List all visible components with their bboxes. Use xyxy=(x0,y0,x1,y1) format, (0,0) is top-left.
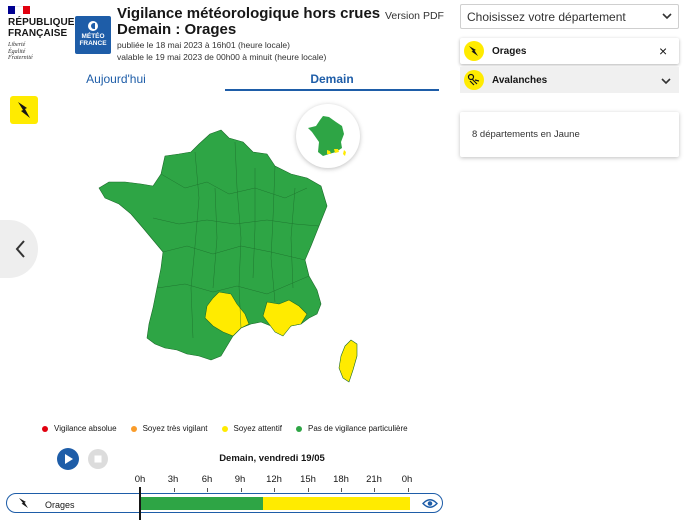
chevron-left-icon xyxy=(15,240,25,258)
validity-period: valable le 19 mai 2023 de 00h00 à minuit… xyxy=(117,52,327,62)
legend-item-yellow: Soyez attentif xyxy=(221,424,282,433)
meteo-france-emblem-icon xyxy=(88,21,98,31)
republique-francaise-logo: RÉPUBLIQUE FRANÇAISE Liberté Égalité Fra… xyxy=(8,6,75,64)
timeline-cursor[interactable] xyxy=(139,487,141,520)
timeline-row-label: Orages xyxy=(45,500,75,510)
pdf-version-link[interactable]: Version PDF xyxy=(385,10,444,22)
hour-tick xyxy=(174,488,175,492)
hour-tick xyxy=(341,488,342,492)
hour-tick xyxy=(274,488,275,492)
phenomenon-label: Orages xyxy=(492,46,527,57)
french-flag-icon xyxy=(8,6,30,14)
hour-label: 21h xyxy=(366,474,382,485)
lightning-icon xyxy=(464,41,484,61)
published-date: publiée le 18 mai 2023 à 16h01 (heure lo… xyxy=(117,40,290,50)
yellow-dot-icon xyxy=(221,425,228,432)
legend-label: Pas de vigilance particulière xyxy=(307,424,408,433)
close-icon[interactable]: × xyxy=(659,43,667,59)
hour-tick xyxy=(241,488,242,492)
timeline-hours: 0h 3h 6h 9h 12h 15h 18h 21h 0h xyxy=(128,474,418,486)
chevron-down-icon xyxy=(662,13,672,20)
green-dot-icon xyxy=(295,425,302,432)
stop-icon xyxy=(94,455,102,463)
timeline-segment-green xyxy=(141,497,263,510)
red-dot-icon xyxy=(42,425,48,432)
vigilance-legend: Vigilance absolue Soyez très vigilant So… xyxy=(42,424,422,433)
hour-label: 12h xyxy=(266,474,282,485)
tab-tomorrow[interactable]: Demain xyxy=(225,72,439,90)
mf-logo-line-2: FRANCE xyxy=(79,40,107,47)
hour-label: 18h xyxy=(333,474,349,485)
legend-item-red: Vigilance absolue xyxy=(42,424,117,433)
chevron-down-icon[interactable] xyxy=(660,75,672,87)
hour-label: 3h xyxy=(167,474,179,485)
legend-label: Soyez très vigilant xyxy=(142,424,208,433)
timeline-segment-yellow xyxy=(263,497,410,510)
phenomenon-label: Avalanches xyxy=(492,75,548,86)
hour-label: 15h xyxy=(300,474,316,485)
page-subtitle: Demain : Orages xyxy=(117,21,237,38)
hour-tick xyxy=(207,488,208,492)
orange-dot-icon xyxy=(130,425,137,432)
timeline-day-label: Demain, vendredi 19/05 xyxy=(219,453,325,464)
stop-button[interactable] xyxy=(88,449,108,469)
meteo-france-logo[interactable]: MÉTÉO FRANCE xyxy=(75,16,111,54)
rf-motto: Liberté Égalité Fraternité xyxy=(8,42,72,62)
hour-label: 6h xyxy=(201,474,213,485)
play-button[interactable] xyxy=(57,448,79,470)
rf-name-line-1: RÉPUBLIQUE xyxy=(8,17,75,28)
corsica xyxy=(338,339,358,383)
eye-icon[interactable] xyxy=(422,497,438,510)
legend-item-green: Pas de vigilance particulière xyxy=(295,424,408,433)
hour-label: 9h xyxy=(234,474,246,485)
legend-label: Vigilance absolue xyxy=(54,424,117,433)
hour-tick xyxy=(408,488,409,492)
hour-label: 0h xyxy=(134,474,146,485)
hour-tick xyxy=(374,488,375,492)
legend-label: Soyez attentif xyxy=(233,424,282,433)
avalanche-icon xyxy=(464,70,484,90)
mini-france-map xyxy=(308,116,346,156)
mf-logo-line-1: MÉTÉO xyxy=(81,33,105,40)
previous-day-button[interactable] xyxy=(0,220,38,278)
active-tab-indicator xyxy=(225,89,439,91)
overseas-minimap[interactable] xyxy=(296,104,360,168)
tab-today[interactable]: Aujourd'hui xyxy=(10,72,222,90)
department-count-text: 8 départements en Jaune xyxy=(472,129,580,140)
rf-name-line-2: FRANÇAISE xyxy=(8,28,68,39)
play-icon xyxy=(65,454,73,464)
lightning-icon xyxy=(19,498,28,508)
department-select-placeholder: Choisissez votre département xyxy=(467,10,626,24)
rf-motto-line: Fraternité xyxy=(8,55,33,61)
page-title: Vigilance météorologique hors crues xyxy=(117,5,381,22)
legend-item-orange: Soyez très vigilant xyxy=(130,424,208,433)
hour-tick xyxy=(308,488,309,492)
hour-label: 0h xyxy=(401,474,413,485)
storm-phenomenon-icon[interactable] xyxy=(10,96,38,124)
